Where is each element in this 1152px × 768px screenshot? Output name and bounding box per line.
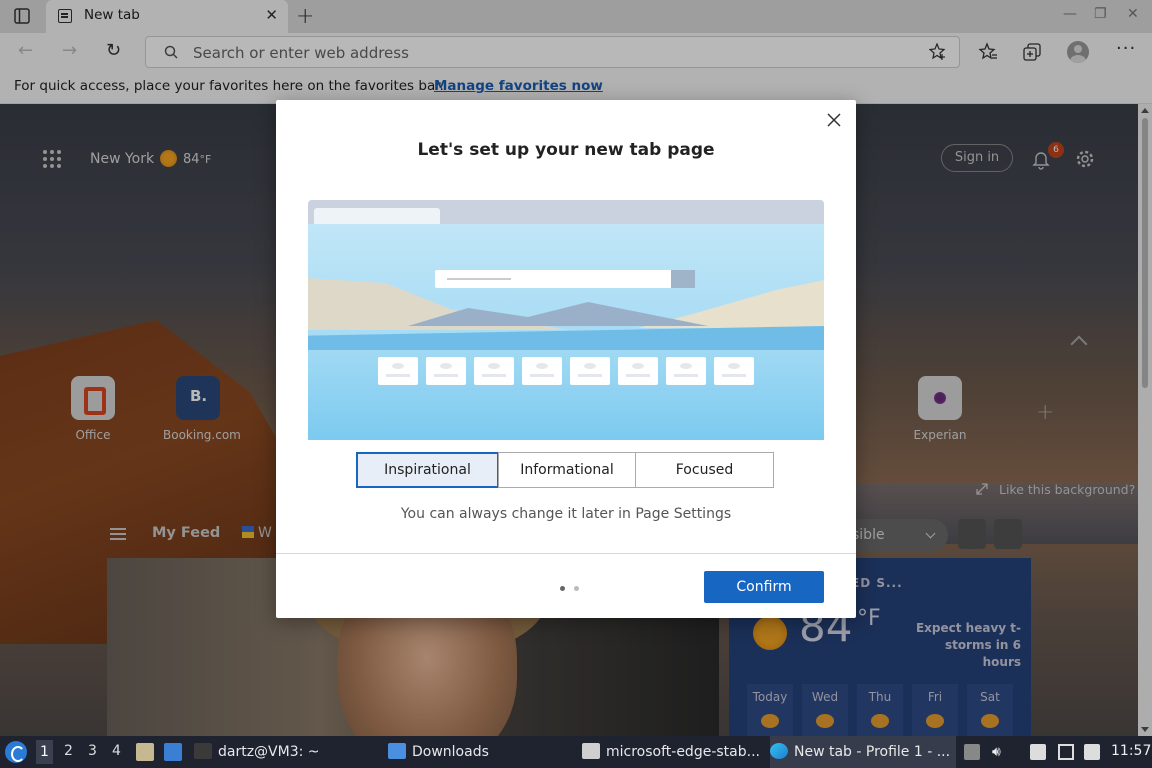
package-icon bbox=[582, 743, 600, 759]
task-label: microsoft-edge-stab... bbox=[606, 744, 760, 760]
terminal-icon bbox=[194, 743, 212, 759]
option-informational[interactable]: Informational bbox=[498, 452, 636, 488]
desktop-launcher-icon[interactable] bbox=[164, 743, 182, 761]
workspace-1[interactable]: 1 bbox=[36, 740, 53, 764]
start-menu-icon[interactable] bbox=[5, 741, 27, 763]
close-icon[interactable] bbox=[826, 112, 842, 128]
file-manager-launcher-icon[interactable] bbox=[136, 743, 154, 761]
dialog-title: Let's set up your new tab page bbox=[417, 140, 715, 160]
task-edge-browser[interactable]: New tab - Profile 1 - ... bbox=[770, 736, 956, 768]
task-label: dartz@VM3: ~ bbox=[218, 744, 320, 760]
notification-tray-icon[interactable] bbox=[1084, 744, 1100, 760]
layout-option-group: Inspirational Informational Focused bbox=[356, 452, 774, 488]
dialog-divider bbox=[276, 553, 856, 554]
task-label: New tab - Profile 1 - ... bbox=[794, 744, 951, 760]
workspace-4[interactable]: 4 bbox=[112, 743, 121, 759]
clipboard-icon[interactable] bbox=[1030, 744, 1046, 760]
task-edge-installer[interactable]: microsoft-edge-stab... bbox=[582, 736, 762, 768]
taskbar: 1 2 3 4 dartz@VM3: ~ Downloads microsoft… bbox=[0, 736, 1152, 768]
task-terminal[interactable]: dartz@VM3: ~ bbox=[194, 736, 374, 768]
task-label: Downloads bbox=[412, 744, 489, 760]
folder-icon bbox=[388, 743, 406, 759]
tray-upload-icon[interactable] bbox=[964, 744, 980, 760]
clock[interactable]: 11:57 bbox=[1111, 743, 1151, 759]
page-dot bbox=[574, 586, 579, 591]
page-indicator bbox=[560, 586, 584, 592]
confirm-button[interactable]: Confirm bbox=[704, 571, 824, 603]
network-icon[interactable] bbox=[1058, 744, 1074, 760]
option-inspirational[interactable]: Inspirational bbox=[356, 452, 499, 488]
dialog-hint: You can always change it later in Page S… bbox=[400, 506, 732, 522]
edge-icon bbox=[770, 743, 788, 759]
workspace-2[interactable]: 2 bbox=[64, 743, 73, 759]
page-dot-active bbox=[560, 586, 565, 591]
volume-icon[interactable]: 🔊︎ bbox=[992, 744, 1008, 760]
task-downloads[interactable]: Downloads bbox=[388, 736, 568, 768]
option-focused[interactable]: Focused bbox=[635, 452, 774, 488]
setup-dialog: Let's set up your new tab page Inspirati… bbox=[276, 100, 856, 618]
workspace-3[interactable]: 3 bbox=[88, 743, 97, 759]
layout-preview-image bbox=[308, 200, 824, 440]
